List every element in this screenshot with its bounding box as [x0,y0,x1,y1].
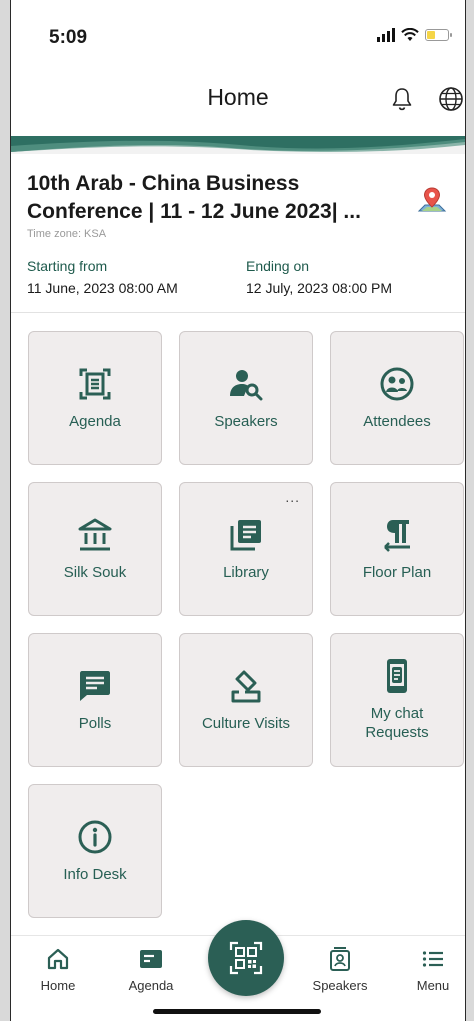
floor-plan-icon [379,517,415,553]
tile-label: Speakers [214,412,278,430]
nav-label: Speakers [312,978,368,993]
header-banner [11,136,465,154]
app-screen: 5:09 Home 10th Arab - China Business Con… [10,0,466,1021]
tile-my-chat-requests[interactable]: My chat Requests [330,633,464,767]
tile-label: Info Desk [63,865,127,883]
nav-agenda[interactable]: Agenda [116,946,186,993]
tile-label: Attendees [363,412,431,430]
qr-scan-button[interactable] [208,920,284,996]
info-icon [77,819,113,855]
end-date: Ending on 12 July, 2023 08:00 PM [246,258,392,296]
tile-label: Silk Souk [63,563,127,581]
chat-requests-icon [379,658,415,694]
tile-label: Library [223,563,269,581]
globe-icon [439,87,463,111]
top-bar: Home [11,70,465,136]
wifi-icon [401,28,419,41]
nav-label: Agenda [128,978,174,993]
home-icon [45,946,71,972]
nav-label: Home [40,978,76,993]
agenda-icon [77,366,113,402]
status-time: 5:09 [49,27,88,48]
tile-attendees[interactable]: Attendees [330,331,464,465]
agenda-card-icon [138,946,164,972]
home-indicator[interactable] [153,1009,321,1014]
menu-icon [420,946,446,972]
event-info: 10th Arab - China Business Conference | … [27,170,449,296]
tile-label: Culture Visits [201,714,291,732]
start-date: Starting from 11 June, 2023 08:00 AM [27,258,178,296]
nav-home[interactable]: Home [23,946,93,993]
bell-icon [392,88,412,111]
timezone-label: Time zone: KSA [27,228,107,240]
speakers-badge-icon [327,946,353,972]
tile-library[interactable]: ... Library [179,482,313,616]
battery-icon [425,29,452,41]
notifications-button[interactable] [387,84,417,114]
tile-polls[interactable]: Polls [28,633,162,767]
map-pin-icon [417,187,447,212]
polls-icon [77,668,113,704]
cellular-signal-icon [377,28,395,42]
tile-label: My chat Requests [365,705,429,741]
location-button[interactable] [415,184,449,218]
tile-agenda[interactable]: Agenda [28,331,162,465]
speakers-icon [228,366,264,402]
tile-silk-souk[interactable]: Silk Souk [28,482,162,616]
tile-speakers[interactable]: Speakers [179,331,313,465]
status-bar: 5:09 [11,0,465,70]
end-date-label: Ending on [246,258,310,274]
tile-floor-plan[interactable]: Floor Plan [330,482,464,616]
language-button[interactable] [436,84,465,114]
bank-icon [77,517,113,553]
nav-speakers[interactable]: Speakers [305,946,375,993]
tile-culture-visits[interactable]: Culture Visits [179,633,313,767]
nav-menu[interactable]: Menu [398,946,465,993]
tile-info-desk[interactable]: Info Desk [28,784,162,918]
tile-label: Agenda [69,412,121,430]
event-title: 10th Arab - China Business Conference | … [27,172,361,223]
end-date-value: 12 July, 2023 08:00 PM [246,280,393,296]
library-icon [228,517,264,553]
tile-label: Polls [78,714,112,732]
attendees-icon [379,366,415,402]
start-date-label: Starting from [27,258,108,274]
section-divider [11,312,465,313]
status-icons [377,28,452,42]
culture-visits-icon [228,668,264,704]
start-date-value: 11 June, 2023 08:00 AM [27,280,178,296]
nav-label: Menu [416,978,450,993]
more-options-icon[interactable]: ... [285,489,300,505]
qr-code-icon [229,941,263,975]
tile-label: Floor Plan [362,563,432,581]
